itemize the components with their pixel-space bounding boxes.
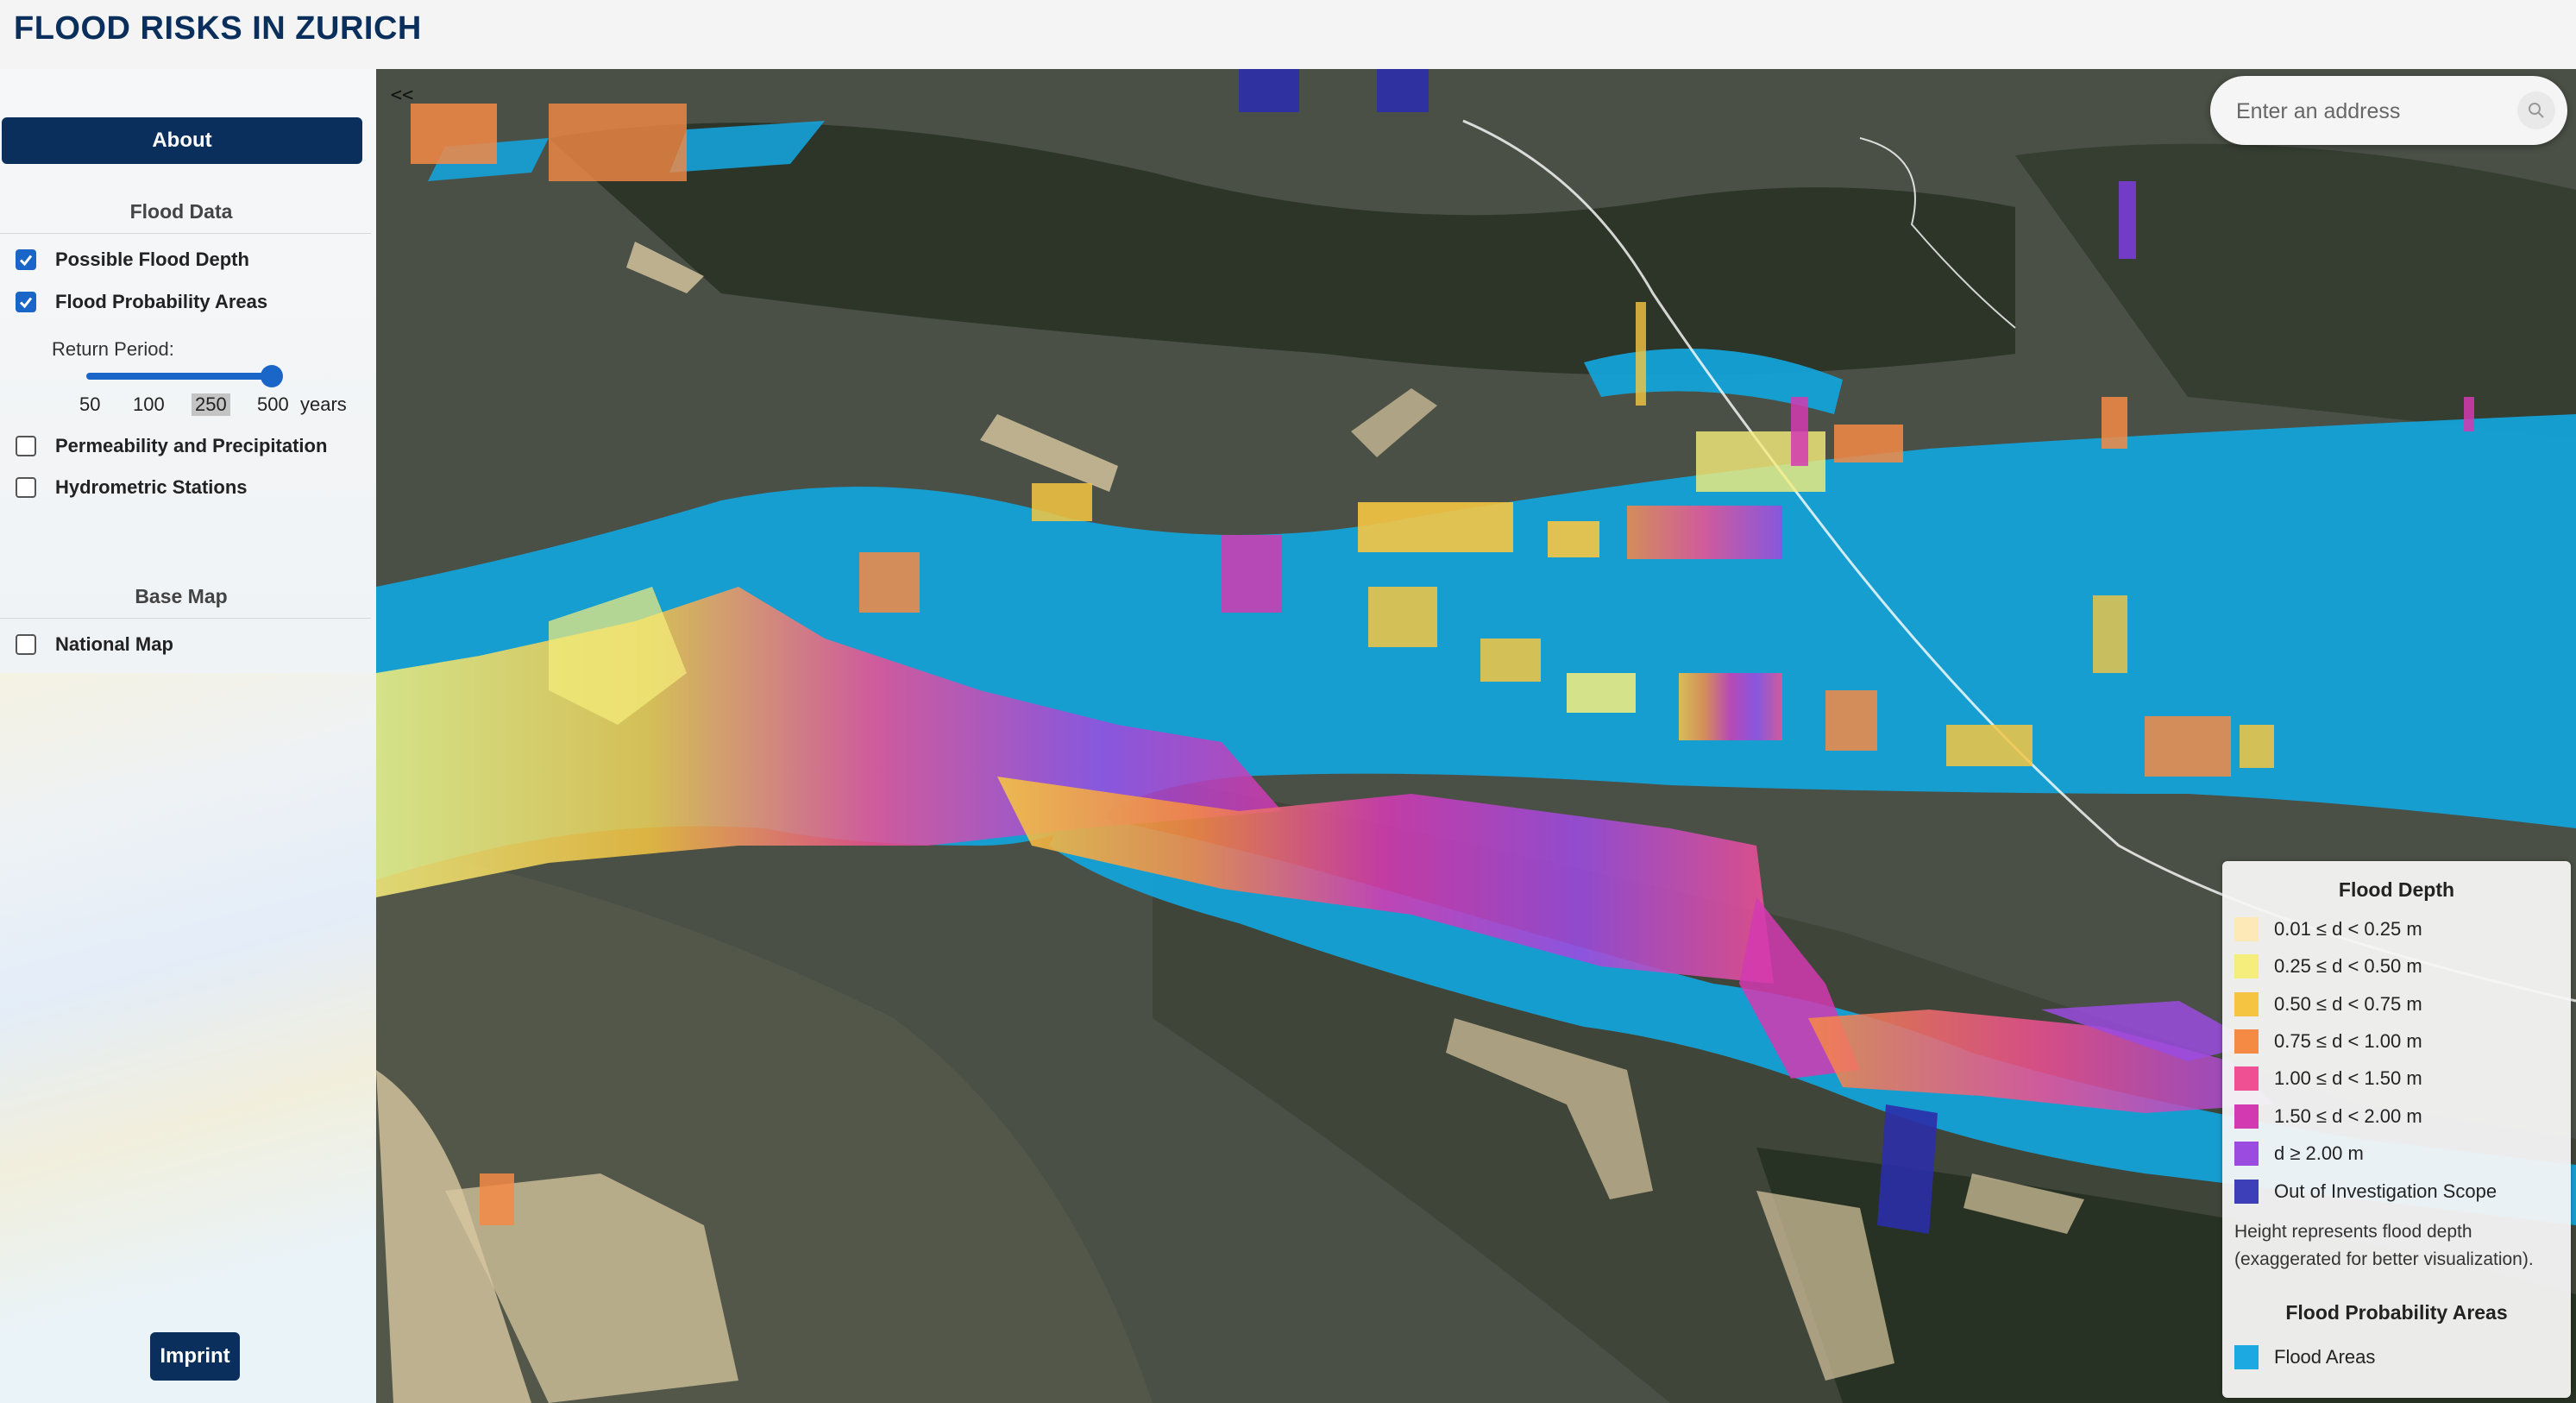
possible-flood-depth-checkbox[interactable] [16,249,36,270]
flood-depth-bar [1825,690,1877,751]
page-title: FLOOD RISKS IN ZURICH [14,10,422,47]
legend-swatch [2234,992,2259,1016]
legend-label: 0.25 ≤ d < 0.50 m [2274,955,2422,977]
flood-depth-bar [2464,397,2474,431]
base-map-section-title: Base Map [135,585,228,607]
legend-item: Out of Investigation Scope [2234,1179,2497,1205]
about-button[interactable]: About [2,117,362,164]
legend-swatch [2234,1066,2259,1091]
legend-item: Flood Areas [2234,1344,2375,1370]
permeability-precipitation-checkbox[interactable] [16,436,36,456]
flood-depth-bar [1032,483,1092,521]
legend-label: 0.01 ≤ d < 0.25 m [2274,918,2422,940]
legend-swatch [2234,1345,2259,1369]
layer-label: Possible Flood Depth [55,249,249,270]
address-search-input[interactable] [2234,91,2497,131]
flood-depth-bar [1368,587,1437,647]
section-divider [0,233,371,234]
return-period-label: Return Period: [52,338,174,360]
legend-note-line: Height represents flood depth [2234,1222,2472,1242]
layer-label: Hydrometric Stations [55,476,248,498]
flood-depth-bar [1222,535,1282,613]
flood-depth-bar [549,104,687,181]
sidebar: About Flood Data Possible Flood Depth Fl… [0,69,376,1403]
layer-label: Permeability and Precipitation [55,435,328,456]
legend-item: 1.00 ≤ d < 1.50 m [2234,1066,2422,1092]
legend-label: Flood Areas [2274,1346,2376,1368]
layer-label: National Map [55,633,173,655]
flood-depth-bar [1480,639,1541,682]
legend-swatch [2234,1029,2259,1054]
checkmark-icon [19,297,33,309]
layer-label: Flood Probability Areas [55,291,268,312]
flood-depth-bar [2119,181,2136,259]
flood-depth-bar [2240,725,2274,768]
flood-depth-bar [1358,502,1513,552]
legend-item: 1.50 ≤ d < 2.00 m [2234,1104,2422,1129]
legend-label: d ≥ 2.00 m [2274,1142,2364,1164]
app-header: FLOOD RISKS IN ZURICH [0,0,2576,70]
national-map-checkbox[interactable] [16,634,36,655]
legend-item: 0.01 ≤ d < 0.25 m [2234,916,2422,942]
legend-label: Out of Investigation Scope [2274,1180,2497,1202]
flood-depth-bar [1548,521,1599,557]
section-divider [0,618,371,619]
layer-permeability-precipitation[interactable]: Permeability and Precipitation [16,431,327,461]
legend-item: 0.50 ≤ d < 0.75 m [2234,991,2422,1017]
layer-flood-probability-areas[interactable]: Flood Probability Areas [16,287,267,317]
flood-depth-bar [1834,425,1903,462]
layer-hydrometric-stations[interactable]: Hydrometric Stations [16,473,248,502]
out-of-scope-block [1377,69,1429,112]
legend-item: 0.75 ≤ d < 1.00 m [2234,1029,2422,1054]
flood-depth-bar [2093,595,2127,673]
checkmark-icon [19,255,33,267]
flood-depth-bar [1567,673,1636,713]
legend-label: 1.00 ≤ d < 1.50 m [2274,1067,2422,1089]
legend-note-line: (exaggerated for better visualization). [2234,1249,2534,1269]
flood-depth-bar [1679,673,1782,740]
flood-depth-bar [411,104,497,164]
address-search[interactable] [2210,76,2567,145]
legend-swatch [2234,1142,2259,1166]
return-period-slider-track[interactable] [86,373,274,380]
flood-depth-bar [1636,302,1646,406]
layer-national-map[interactable]: National Map [16,630,173,659]
legend-label: 1.50 ≤ d < 2.00 m [2274,1105,2422,1127]
layer-possible-flood-depth[interactable]: Possible Flood Depth [16,245,249,274]
return-period-tick[interactable]: 100 [133,393,165,416]
return-period-tick[interactable]: 50 [79,393,100,416]
map-legend: Flood Depth 0.01 ≤ d < 0.25 m 0.25 ≤ d <… [2222,861,2571,1398]
out-of-scope-block [1239,69,1299,112]
legend-swatch [2234,1180,2259,1204]
legend-swatch [2234,954,2259,978]
return-period-tick[interactable]: 500 [257,393,289,416]
hydrometric-stations-checkbox[interactable] [16,477,36,498]
flood-depth-bar [480,1173,514,1225]
flood-depth-bar [1946,725,2033,766]
legend-label: 0.50 ≤ d < 0.75 m [2274,993,2422,1015]
flood-depth-bar [2102,397,2127,449]
return-period-tick-selected[interactable]: 250 [192,393,230,416]
imprint-button[interactable]: Imprint [150,1332,240,1381]
collapse-sidebar-button[interactable]: << [380,78,424,112]
return-period-slider-thumb[interactable] [261,365,283,387]
sidebar-background-map-fade [0,673,376,1403]
flood-probability-areas-checkbox[interactable] [16,292,36,312]
out-of-scope-block [1877,1104,1938,1234]
return-period-unit: years [300,393,347,415]
flood-depth-bar [1791,397,1808,466]
legend-item: 0.25 ≤ d < 0.50 m [2234,953,2422,979]
flood-data-section-title: Flood Data [129,200,233,223]
legend-note: Height represents flood depth (exaggerat… [2234,1218,2571,1274]
legend-swatch [2234,917,2259,941]
flood-depth-bar [859,552,920,613]
legend-label: 0.75 ≤ d < 1.00 m [2274,1030,2422,1052]
flood-depth-bar [1627,506,1782,559]
flood-depth-legend-title: Flood Depth [2338,878,2455,901]
flood-depth-bar [2145,716,2231,777]
legend-swatch [2234,1104,2259,1129]
search-icon[interactable] [2517,91,2555,129]
flood-probability-legend-title: Flood Probability Areas [2285,1301,2508,1324]
legend-item: d ≥ 2.00 m [2234,1141,2364,1167]
